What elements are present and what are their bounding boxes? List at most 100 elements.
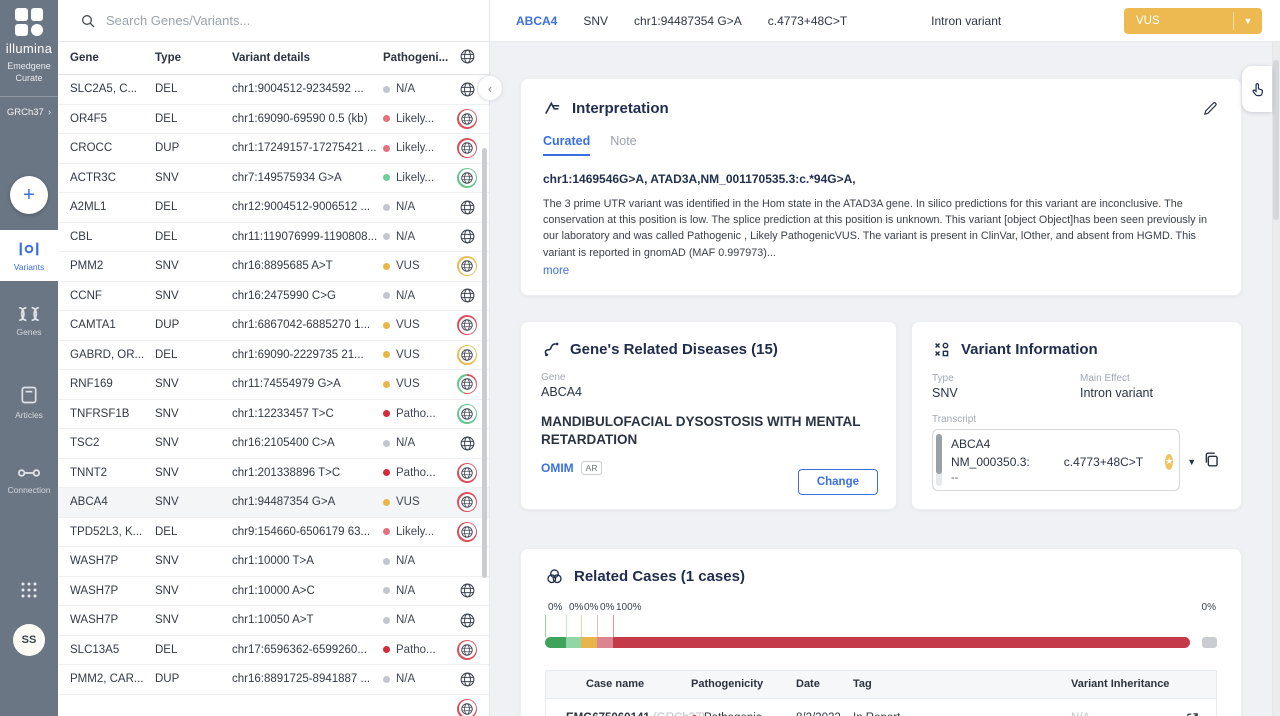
add-button[interactable]: + — [10, 176, 48, 214]
gene-cell: PMM2, CAR... — [70, 673, 155, 685]
table-row[interactable]: TPD52L3, K... DEL chr9:154660-6506179 63… — [58, 518, 489, 548]
table-row[interactable]: TSC2 SNV chr16:2105400 C>A N/A — [58, 429, 489, 459]
type-cell: DEL — [155, 201, 232, 213]
avatar[interactable]: SS — [13, 624, 45, 656]
table-row[interactable]: OR4F5 DEL chr1:69090-69590 0.5 (kb) Like… — [58, 105, 489, 135]
sidebar-item-label: Genes — [16, 327, 41, 337]
sidebar-item-variants[interactable]: Variants — [0, 230, 58, 281]
classification-label: VUS — [1124, 15, 1233, 27]
globe-icon[interactable] — [457, 699, 477, 716]
globe-icon[interactable] — [459, 287, 476, 304]
table-row[interactable] — [58, 695, 489, 716]
table-row[interactable]: CCNF SNV chr16:2475990 C>G N/A — [58, 282, 489, 312]
chevron-down-icon[interactable]: ▼ — [1234, 16, 1262, 26]
globe-icon[interactable] — [457, 640, 477, 660]
tab-curated[interactable]: Curated — [543, 134, 590, 156]
tab-note[interactable]: Note — [610, 134, 636, 156]
table-row[interactable]: GABRD, OR... DEL chr1:69090-2229735 21..… — [58, 341, 489, 371]
open-case-icon[interactable] — [1185, 711, 1216, 716]
column-header-pathogenicity[interactable]: Pathogeni... — [383, 52, 455, 64]
classification-dropdown-button[interactable]: VUS ▼ — [1124, 8, 1262, 34]
case-name[interactable]: EMG675060141 — [566, 712, 650, 716]
transcript-scrollbar[interactable] — [936, 434, 942, 486]
column-header-gene[interactable]: Gene — [70, 52, 155, 64]
table-row[interactable]: WASH7P SNV chr1:10000 A>C N/A — [58, 577, 489, 607]
type-cell: DEL — [155, 231, 232, 243]
sidebar-item-genes[interactable]: Genes — [0, 295, 58, 346]
globe-icon[interactable] — [457, 256, 477, 276]
interpretation-body: The 3 prime UTR variant was identified i… — [543, 196, 1219, 261]
globe-icon[interactable] — [457, 168, 477, 188]
column-header-details[interactable]: Variant details — [232, 52, 383, 64]
table-row[interactable]: PMM2, CAR... DUP chr16:8891725-8941887 .… — [58, 665, 489, 695]
globe-icon[interactable] — [457, 345, 477, 365]
column-tag: Tag — [853, 678, 1071, 690]
globe-icon[interactable] — [457, 492, 477, 512]
globe-icon[interactable] — [457, 138, 477, 158]
globe-icon[interactable] — [459, 582, 476, 599]
table-row[interactable]: ACTR3C SNV chr7:149575934 G>A Likely... — [58, 164, 489, 194]
window-scrollbar-track[interactable] — [1272, 42, 1280, 716]
table-row[interactable]: CBL DEL chr11:119076999-1190808... N/A — [58, 223, 489, 253]
side-panel-tab[interactable] — [1242, 66, 1272, 112]
case-row[interactable]: EMG675060141 (GRCh37) Pathogenic 8/2/202… — [546, 698, 1216, 716]
column-header-type[interactable]: Type — [155, 52, 232, 64]
table-row[interactable]: TNFRSF1B SNV chr1:12233457 T>C Patho... — [58, 400, 489, 430]
change-disease-button[interactable]: Change — [798, 469, 878, 495]
table-row[interactable]: PMM2 SNV chr16:8895685 A>T VUS — [58, 252, 489, 282]
globe-icon[interactable] — [459, 199, 476, 216]
variant-details-cell: chr16:8891725-8941887 ... — [232, 673, 383, 685]
globe-icon[interactable] — [459, 612, 476, 629]
gene-cell: WASH7P — [70, 614, 155, 626]
globe-icon[interactable] — [457, 463, 477, 483]
table-row[interactable]: WASH7P SNV chr1:10000 T>A N/A — [58, 547, 489, 577]
table-row[interactable]: RNF169 SNV chr11:74554979 G>A VUS — [58, 370, 489, 400]
table-row[interactable]: ABCA4 SNV chr1:94487354 G>A VUS — [58, 488, 489, 518]
transcript-label: Transcript — [932, 414, 1221, 425]
sidebar-item-articles[interactable]: Articles — [0, 374, 58, 429]
copy-icon[interactable] — [1202, 450, 1221, 469]
globe-icon[interactable] — [457, 522, 477, 542]
type-cell: DEL — [155, 83, 232, 95]
globe-icon[interactable] — [457, 404, 477, 424]
pathogenicity-label: Patho... — [396, 644, 436, 656]
edit-button[interactable] — [1202, 100, 1219, 117]
sidebar-item-connection[interactable]: Connection — [0, 455, 58, 504]
window-scrollbar-thumb[interactable] — [1273, 60, 1279, 220]
table-row[interactable]: WASH7P SNV chr1:10050 A>T N/A — [58, 606, 489, 636]
interpretation-icon — [543, 99, 562, 118]
topbar-gene-link[interactable]: ABCA4 — [516, 14, 557, 28]
globe-icon[interactable] — [457, 374, 477, 394]
collapse-panel-button[interactable]: ‹ — [477, 75, 503, 101]
hand-pointer-icon — [1249, 81, 1266, 98]
table-row[interactable]: A2ML1 DEL chr12:9004512-9006512 ... N/A — [58, 193, 489, 223]
pathogenicity-cell: VUS — [383, 319, 455, 331]
globe-icon[interactable] — [457, 109, 477, 129]
pathogenicity-dot — [383, 558, 390, 565]
table-row[interactable]: SLC13A5 DEL chr17:6596362-6599260... Pat… — [58, 636, 489, 666]
table-row[interactable]: CAMTA1 DUP chr1:6867042-6885270 1... VUS — [58, 311, 489, 341]
globe-column-header-icon[interactable] — [459, 48, 476, 68]
variant-details-cell: chr1:17249157-17275421 ... — [232, 142, 383, 154]
gene-cell: GABRD, OR... — [70, 349, 155, 361]
distribution-tick — [581, 615, 582, 637]
globe-icon[interactable] — [459, 228, 476, 245]
table-row[interactable]: CROCC DUP chr1:17249157-17275421 ... Lik… — [58, 134, 489, 164]
globe-icon[interactable] — [457, 315, 477, 335]
globe-icon[interactable] — [459, 81, 476, 98]
globe-icon[interactable] — [459, 435, 476, 452]
list-scrollbar-thumb[interactable] — [482, 148, 487, 578]
globe-icon[interactable] — [459, 671, 476, 688]
search-input[interactable] — [106, 13, 406, 28]
apps-grid-icon[interactable] — [20, 581, 38, 604]
omim-link[interactable]: OMIM — [541, 461, 574, 475]
table-row[interactable]: TNNT2 SNV chr1:201338896 T>C Patho... — [58, 459, 489, 489]
variant-details-cell: chr9:154660-6506179 63... — [232, 526, 383, 538]
genome-build-selector[interactable]: GRCh37 › — [7, 107, 51, 118]
table-row[interactable]: SLC2A5, C... DEL chr1:9004512-9234592 ..… — [58, 75, 489, 105]
variant-details-cell: chr17:6596362-6599260... — [232, 644, 383, 656]
chevron-down-icon[interactable]: ▼ — [1187, 457, 1196, 467]
gene-cell: WASH7P — [70, 585, 155, 597]
transcript-selector[interactable]: ABCA4 NM_000350.3: c.4773+48C>T ★ ▼ -- — [932, 429, 1180, 491]
more-link[interactable]: more — [543, 265, 569, 277]
